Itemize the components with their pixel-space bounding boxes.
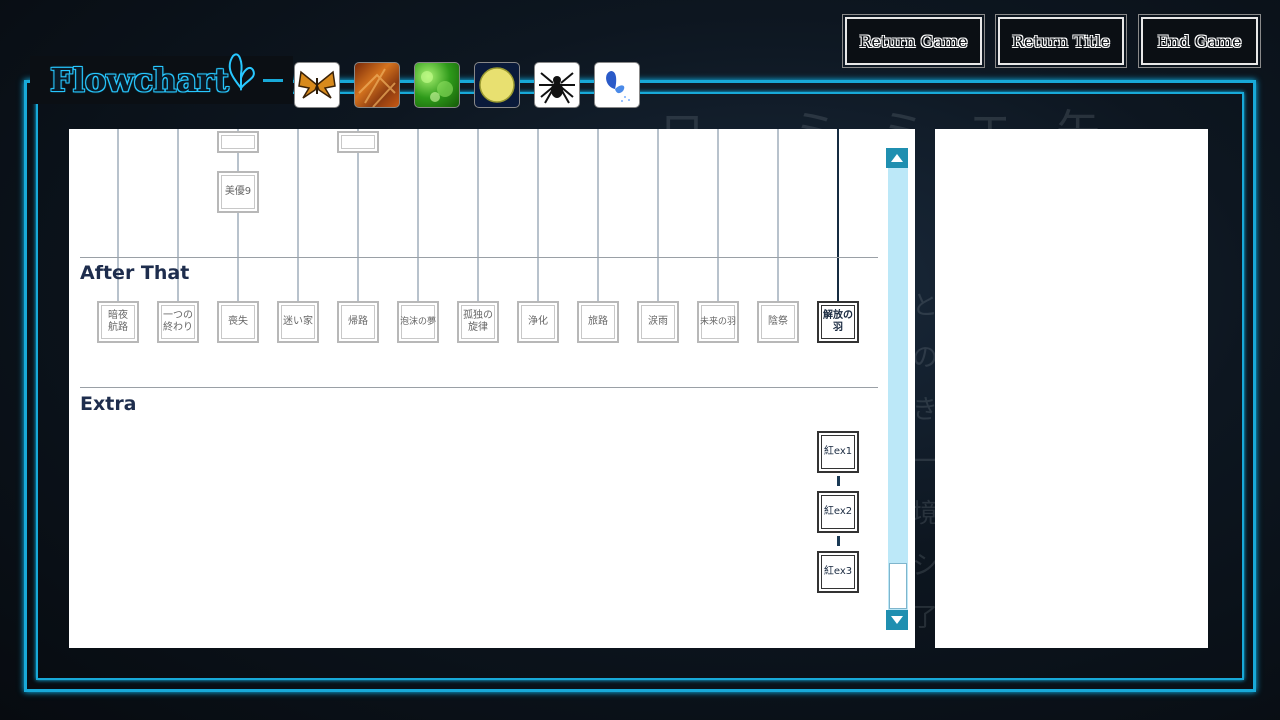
tab-moon[interactable] <box>474 62 520 108</box>
scrollbar-track[interactable] <box>888 150 908 630</box>
section-title-extra: Extra <box>80 393 137 415</box>
flow-node[interactable]: 暗夜 航路 <box>97 301 139 343</box>
route-line <box>417 129 419 301</box>
flowchart-title-bar: Flowchart <box>30 53 293 104</box>
flow-node[interactable]: 孤独の 旋律 <box>457 301 499 343</box>
spider-icon <box>539 72 575 104</box>
route-line <box>237 129 239 301</box>
flow-node[interactable]: 涙雨 <box>637 301 679 343</box>
route-line <box>537 129 539 301</box>
flow-node[interactable]: 未来の羽 <box>697 301 739 343</box>
route-line <box>357 129 359 301</box>
flow-node[interactable]: 帰路 <box>337 301 379 343</box>
route-line <box>777 129 779 301</box>
blue-butterfly-icon <box>606 71 630 102</box>
flow-node[interactable]: 美優9 <box>217 171 259 213</box>
flow-node-extra[interactable]: 紅ex2 <box>817 491 859 533</box>
flow-node[interactable]: 陰祭 <box>757 301 799 343</box>
arrow-up-icon <box>891 154 903 162</box>
autumn-leaf-icon <box>358 68 396 107</box>
tab-spider[interactable] <box>534 62 580 108</box>
flow-node[interactable]: 旅路 <box>577 301 619 343</box>
scene-preview-panel <box>935 129 1208 648</box>
extra-connector <box>837 536 840 546</box>
scroll-up-button[interactable] <box>886 148 908 168</box>
scrollbar-thumb[interactable] <box>889 563 907 609</box>
flow-node[interactable]: 泡沫の夢 <box>397 301 439 343</box>
route-line-active <box>837 129 839 301</box>
flow-node-cut[interactable] <box>337 131 379 153</box>
tab-moth[interactable] <box>294 62 340 108</box>
return-title-button[interactable]: Return Title <box>995 14 1127 68</box>
flow-node[interactable]: 迷い家 <box>277 301 319 343</box>
flow-node-extra[interactable]: 紅ex1 <box>817 431 859 473</box>
flowchart-panel[interactable]: 美優9 After That 暗夜 航路 一つの 終わり 喪失 迷い家 帰路 泡… <box>69 129 915 648</box>
flow-node[interactable]: 一つの 終わり <box>157 301 199 343</box>
tab-butterfly[interactable] <box>594 62 640 108</box>
section-divider <box>80 257 878 258</box>
route-line <box>717 129 719 301</box>
arrow-down-icon <box>891 616 903 624</box>
route-line <box>297 129 299 301</box>
green-leaves-icon <box>421 71 453 102</box>
end-game-button[interactable]: End Game <box>1138 14 1261 68</box>
route-line <box>657 129 659 301</box>
tab-autumn[interactable] <box>354 62 400 108</box>
section-title-after-that: After That <box>80 262 190 284</box>
flow-node-extra[interactable]: 紅ex3 <box>817 551 859 593</box>
title-line <box>262 78 283 82</box>
extra-connector <box>837 476 840 486</box>
moon-icon <box>479 67 515 103</box>
butterfly-logo-icon <box>228 53 255 91</box>
route-line <box>597 129 599 301</box>
flow-node[interactable]: 喪失 <box>217 301 259 343</box>
page-title: Flowchart <box>50 61 229 99</box>
moth-icon <box>298 70 336 99</box>
route-line <box>477 129 479 301</box>
tab-green[interactable] <box>414 62 460 108</box>
return-game-button[interactable]: Return Game <box>842 14 985 68</box>
flow-node-selected[interactable]: 解放の羽 <box>817 301 859 343</box>
scroll-down-button[interactable] <box>886 610 908 630</box>
flow-node-cut[interactable] <box>217 131 259 153</box>
flow-node[interactable]: 浄化 <box>517 301 559 343</box>
section-divider <box>80 387 878 388</box>
